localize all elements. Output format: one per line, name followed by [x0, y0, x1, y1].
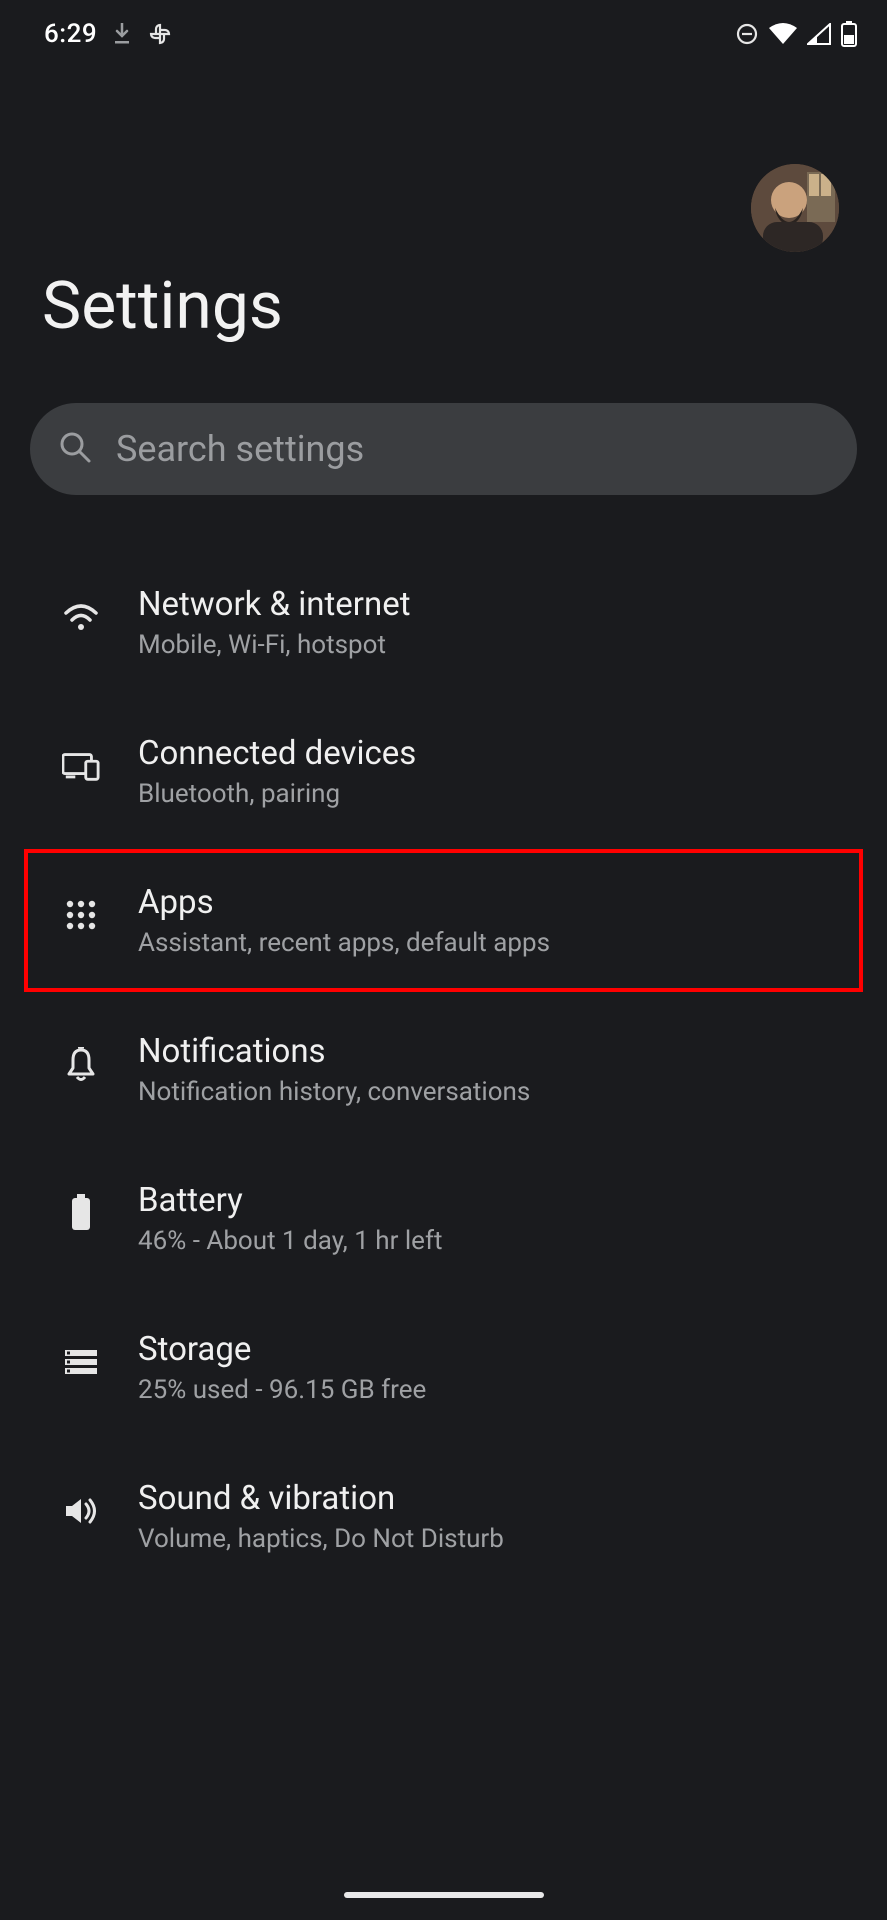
settings-item-text: Network & internet Mobile, Wi-Fi, hotspo…: [138, 585, 411, 660]
settings-item-text: Storage 25% used - 96.15 GB free: [138, 1330, 426, 1405]
settings-item-subtitle: 25% used - 96.15 GB free: [138, 1375, 426, 1405]
settings-item-text: Connected devices Bluetooth, pairing: [138, 734, 416, 809]
settings-item-subtitle: Notification history, conversations: [138, 1077, 530, 1107]
settings-item-title: Connected devices: [138, 734, 416, 773]
avatar[interactable]: [751, 164, 839, 252]
settings-item-subtitle: Bluetooth, pairing: [138, 779, 416, 809]
pinwheel-icon: [147, 21, 173, 47]
settings-item-text: Apps Assistant, recent apps, default app…: [138, 883, 550, 958]
status-bar-right: [735, 21, 857, 47]
search-icon: [58, 430, 92, 468]
apps-icon: [62, 889, 100, 941]
settings-item-subtitle: 46% - About 1 day, 1 hr left: [138, 1226, 443, 1256]
settings-item-storage[interactable]: Storage 25% used - 96.15 GB free: [0, 1296, 887, 1439]
settings-item-text: Sound & vibration Volume, haptics, Do No…: [138, 1479, 504, 1554]
page-title: Settings: [42, 268, 845, 345]
settings-list: Network & internet Mobile, Wi-Fi, hotspo…: [0, 495, 887, 1588]
settings-item-connected-devices[interactable]: Connected devices Bluetooth, pairing: [0, 700, 887, 843]
settings-item-title: Battery: [138, 1181, 443, 1220]
bell-icon: [62, 1038, 100, 1090]
dnd-icon: [735, 22, 759, 46]
settings-item-text: Notifications Notification history, conv…: [138, 1032, 530, 1107]
highlight-box: Apps Assistant, recent apps, default app…: [24, 849, 863, 992]
battery-icon: [62, 1187, 100, 1239]
settings-item-subtitle: Mobile, Wi-Fi, hotspot: [138, 630, 411, 660]
settings-item-title: Apps: [138, 883, 550, 922]
settings-item-battery[interactable]: Battery 46% - About 1 day, 1 hr left: [0, 1147, 887, 1290]
settings-item-title: Network & internet: [138, 585, 411, 624]
cell-signal-icon: [807, 23, 831, 45]
settings-item-subtitle: Assistant, recent apps, default apps: [138, 928, 550, 958]
settings-item-notifications[interactable]: Notifications Notification history, conv…: [0, 998, 887, 1141]
settings-item-text: Battery 46% - About 1 day, 1 hr left: [138, 1181, 443, 1256]
settings-item-sound[interactable]: Sound & vibration Volume, haptics, Do No…: [0, 1445, 887, 1588]
settings-header: Settings: [0, 68, 887, 345]
sound-icon: [62, 1485, 100, 1537]
settings-item-network[interactable]: Network & internet Mobile, Wi-Fi, hotspo…: [0, 551, 887, 694]
download-icon: [113, 23, 131, 45]
storage-icon: [62, 1336, 100, 1388]
settings-item-apps[interactable]: Apps Assistant, recent apps, default app…: [62, 883, 821, 958]
settings-item-title: Notifications: [138, 1032, 530, 1071]
settings-item-title: Sound & vibration: [138, 1479, 504, 1518]
clock: 6:29: [44, 19, 97, 49]
search-settings[interactable]: Search settings: [30, 403, 857, 495]
wifi-icon: [62, 591, 100, 643]
status-bar-left: 6:29: [44, 19, 173, 49]
settings-item-title: Storage: [138, 1330, 426, 1369]
wifi-status-icon: [769, 23, 797, 45]
devices-icon: [62, 740, 100, 792]
search-placeholder: Search settings: [116, 428, 364, 470]
status-bar: 6:29: [0, 0, 887, 68]
settings-item-subtitle: Volume, haptics, Do Not Disturb: [138, 1524, 504, 1554]
battery-status-icon: [841, 21, 857, 47]
nav-handle[interactable]: [344, 1892, 544, 1898]
